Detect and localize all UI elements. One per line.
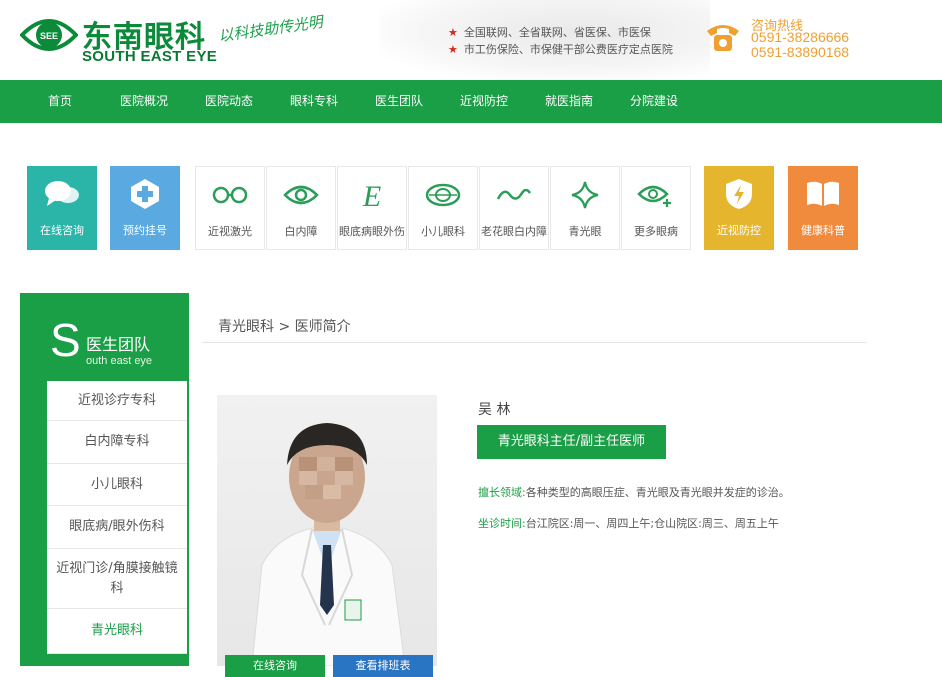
nav-about[interactable]: 医院概况 [120,80,168,123]
sidebar-item-glaucoma[interactable]: 青光眼科 [47,609,187,654]
tile-presbyopia[interactable]: 老花眼白内障 [479,166,549,250]
sidebar-menu: 近视诊疗专科 白内障专科 小儿眼科 眼底病/眼外伤科 近视门诊/角膜接触镜科 青… [47,381,187,654]
sidebar-item-pediatric[interactable]: 小儿眼科 [47,464,187,506]
shield-bolt-icon [726,179,752,209]
tile-more-diseases[interactable]: 更多眼病 [621,166,691,250]
nav-home[interactable]: 首页 [48,80,72,123]
nav-doctors[interactable]: 医生团队 [375,80,423,123]
sidebar-letter: S [50,314,81,366]
tile-appointment[interactable]: 预约挂号 [110,166,180,250]
main-nav: 首页 医院概况 医院动态 眼科专科 医生团队 近视防控 就医指南 分院建设 [0,80,942,123]
view-schedule-button[interactable]: 查看排班表 [333,655,433,677]
star-icon: ★ [448,43,458,56]
svg-text:E: E [362,180,381,210]
sidebar-item-cataract[interactable]: 白内障专科 [47,421,187,464]
tile-myopia-prevention[interactable]: 近视防控 [704,166,774,250]
notice-list: ★ 全国联网、全省联网、省医保、市医保 ★ 市工伤保险、市保健干部公费医疗定点医院 [448,24,673,58]
chat-bubbles-icon [45,181,79,206]
letter-e-icon: E [362,180,381,210]
specialty-text: 各种类型的高眼压症、青光眼及青光眼并发症的诊治。 [525,486,790,499]
notice-item: ★ 市工伤保险、市保健干部公费医疗定点医院 [448,43,673,56]
nav-myopia-control[interactable]: 近视防控 [460,80,508,123]
schedule-text: 台江院区:周一、周四上午;仓山院区:周三、周五上午 [525,517,779,530]
sidebar-item-fundus[interactable]: 眼底病/眼外伤科 [47,506,187,549]
glasses-icon [212,186,248,204]
phone-icon [707,25,739,51]
doctor-photo [217,395,437,666]
doctor-team-sidebar: S 医生团队 outh east eye 近视诊疗专科 白内障专科 小儿眼科 眼… [20,293,189,666]
eye-plus-icon [637,185,671,207]
sparkle-icon [571,181,599,209]
sidebar-item-contact-lens[interactable]: 近视门诊/角膜接触镜科 [47,549,187,609]
tile-glaucoma[interactable]: 青光眼 [550,166,620,250]
wave-icon [496,188,532,200]
nav-guide[interactable]: 就医指南 [545,80,593,123]
nav-branches[interactable]: 分院建设 [630,80,678,123]
notice-item: ★ 全国联网、全省联网、省医保、市医保 [448,26,651,39]
brand-logo[interactable]: SEE 东南眼科 SOUTH EAST EYE [20,8,220,70]
emblem-text: SEE [40,31,58,41]
brand-slogan: 以科技助传光明 [217,12,324,46]
doctor-portrait-image [251,423,406,666]
tile-myopia-laser[interactable]: 近视激光 [195,166,265,250]
eye-emblem-icon: SEE [20,19,78,51]
doctor-schedule: 坐诊时间:台江院区:周一、周四上午;仓山院区:周三、周五上午 [478,515,779,531]
open-book-icon [807,181,839,206]
sidebar-header: S 医生团队 outh east eye [20,293,189,381]
nav-news[interactable]: 医院动态 [205,80,253,123]
tile-fundus-trauma[interactable]: E 眼底病眼外伤 [337,166,407,250]
schedule-label: 坐诊时间: [478,517,526,530]
doctor-title-badge: 青光眼科主任/副主任医师 [477,425,666,459]
site-header: SEE 东南眼科 SOUTH EAST EYE 以科技助传光明 ★ 全国联网、全省… [0,0,942,80]
tile-pediatric[interactable]: 小儿眼科 [408,166,478,250]
divider [202,342,866,343]
tile-online-consult[interactable]: 在线咨询 [27,166,97,250]
medical-cross-icon [131,179,159,209]
hotline-number: 0591-83890168 [751,44,850,60]
sidebar-title: 医生团队 [86,335,151,354]
eye-icon [283,185,319,205]
brand-name-en: SOUTH EAST EYE [82,48,218,65]
nav-specialties[interactable]: 眼科专科 [290,80,338,123]
specialty-label: 擅长领域: [478,486,526,499]
hotline-number: 0591-38286666 [751,29,850,45]
sidebar-item-myopia[interactable]: 近视诊疗专科 [47,381,187,421]
doctor-specialty: 擅长领域:各种类型的高眼压症、青光眼及青光眼并发症的诊治。 [478,484,790,500]
sidebar-subtitle: outh east eye [86,355,153,367]
hotline: 咨询热线 0591-38286666 0591-83890168 [705,15,905,63]
breadcrumb: 青光眼科 > 医师简介 [218,319,351,335]
doctor-name: 吴 林 [478,402,511,418]
tile-health-education[interactable]: 健康科普 [788,166,858,250]
tile-cataract[interactable]: 白内障 [266,166,336,250]
eye-oval-icon [425,183,461,207]
online-consult-button[interactable]: 在线咨询 [225,655,325,677]
star-icon: ★ [448,26,458,39]
